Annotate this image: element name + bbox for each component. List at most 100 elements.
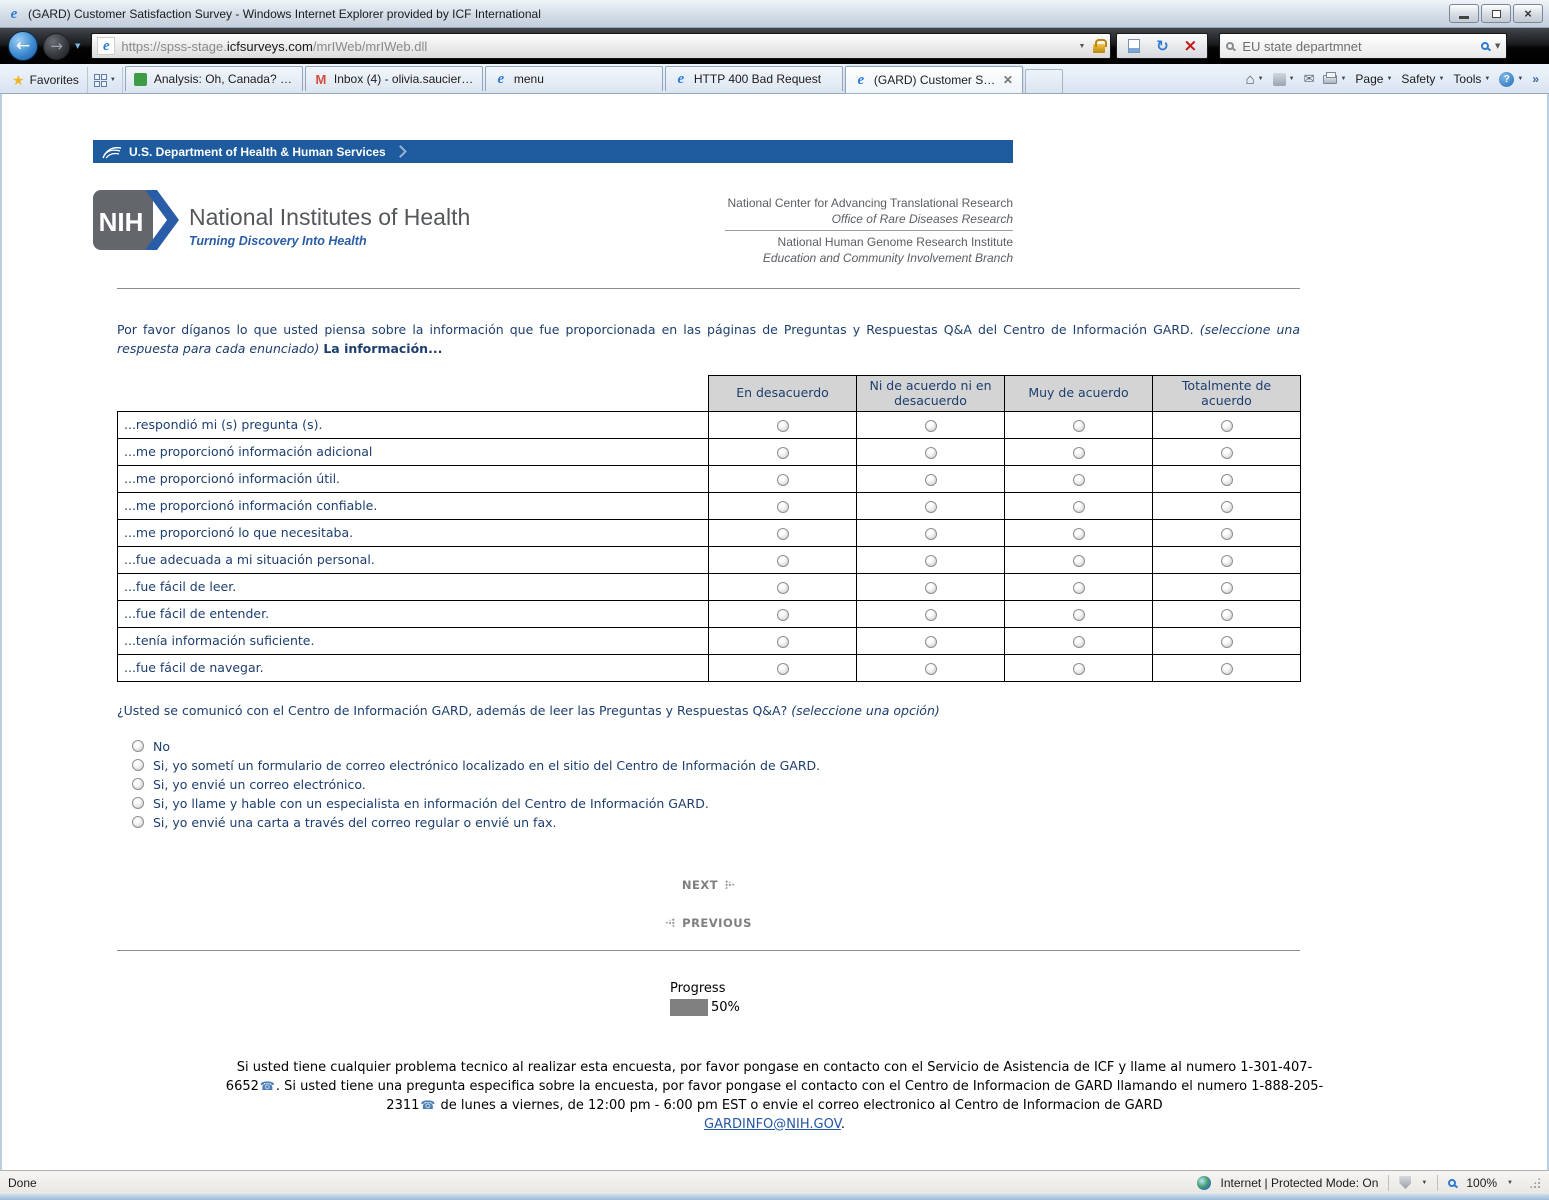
option-radio[interactable] — [132, 778, 144, 790]
zoom-level[interactable]: 100% — [1466, 1176, 1497, 1190]
globe-icon — [1196, 1175, 1211, 1190]
matrix-radio[interactable] — [776, 473, 789, 486]
option-radio[interactable] — [132, 816, 144, 828]
matrix-radio[interactable] — [924, 419, 937, 432]
matrix-radio[interactable] — [924, 635, 937, 648]
matrix-radio[interactable] — [776, 608, 789, 621]
option-radio[interactable] — [132, 797, 144, 809]
next-button[interactable]: NEXT — [117, 878, 1300, 892]
safety-menu[interactable]: Safety ▼ — [1401, 72, 1444, 86]
tab[interactable]: e (GARD) Customer Satis... ✕ — [844, 66, 1023, 93]
tab[interactable]: e HTTP 400 Bad Request — [664, 66, 843, 91]
quick-tabs-button[interactable]: ▼ — [86, 67, 123, 93]
resize-grip[interactable] — [1529, 1176, 1541, 1189]
print-button[interactable]: ▼ — [1323, 71, 1346, 84]
matrix-radio[interactable] — [1072, 473, 1085, 486]
tab-close-icon[interactable]: ✕ — [1001, 73, 1015, 87]
tab[interactable]: M Inbox (4) - olivia.saucier@... — [304, 66, 483, 91]
compatibility-view-button[interactable] — [1121, 36, 1147, 56]
matrix-radio[interactable] — [924, 581, 937, 594]
matrix-radio[interactable] — [924, 554, 937, 567]
home-button[interactable]: ⌂ ▼ — [1246, 71, 1264, 88]
search-go-icon[interactable] — [1481, 42, 1489, 50]
matrix-radio[interactable] — [1220, 662, 1233, 675]
matrix-radio[interactable] — [1220, 635, 1233, 648]
address-bar[interactable]: e https://spss-stage.icfsurveys.com/mrIW… — [91, 33, 1112, 59]
matrix-radio[interactable] — [776, 581, 789, 594]
tab[interactable]: e menu — [484, 66, 663, 91]
matrix-radio[interactable] — [1072, 554, 1085, 567]
matrix-radio[interactable] — [1220, 500, 1233, 513]
matrix-radio[interactable] — [1072, 662, 1085, 675]
matrix-row: ...me proporcionó información adicional — [117, 437, 1301, 466]
favorites-button[interactable]: ★ Favorites — [4, 67, 87, 93]
row-label: ...fue fácil de leer. — [117, 572, 709, 601]
matrix-radio[interactable] — [776, 446, 789, 459]
matrix-radio[interactable] — [1072, 635, 1085, 648]
nih-logo: NIH — [93, 190, 179, 250]
close-button[interactable]: × — [1513, 4, 1543, 23]
matrix-radio[interactable] — [776, 527, 789, 540]
phone-icon: ☎ — [259, 1078, 275, 1093]
tab-list-dropdown-icon[interactable]: ▼ — [110, 77, 116, 83]
matrix-radio[interactable] — [1220, 419, 1233, 432]
matrix-radio[interactable] — [1072, 446, 1085, 459]
matrix-radio[interactable] — [776, 500, 789, 513]
new-tab-button[interactable] — [1024, 69, 1063, 93]
zoom-icon — [1448, 1178, 1457, 1187]
matrix-radio[interactable] — [924, 446, 937, 459]
matrix-radio[interactable] — [1220, 608, 1233, 621]
minimize-button[interactable] — [1449, 4, 1479, 23]
read-mail-button[interactable]: ✉ — [1304, 71, 1315, 87]
phone-icon: ☎ — [420, 1097, 436, 1112]
org-affiliations: National Center for Advancing Translatio… — [725, 190, 1013, 266]
row-label: ...me proporcionó información adicional — [117, 437, 709, 466]
option-radio[interactable] — [132, 740, 144, 752]
matrix-radio[interactable] — [1220, 554, 1233, 567]
help-button[interactable]: ? ▼ — [1499, 71, 1523, 87]
overflow-chevron-icon[interactable]: » — [1532, 72, 1539, 86]
matrix-radio[interactable] — [1072, 527, 1085, 540]
command-bar: ⌂ ▼ ▼ ✉ ▼ Page ▼ Safety ▼ Tools ▼ ? ▼ » — [1246, 65, 1545, 93]
matrix-radio[interactable] — [1220, 446, 1233, 459]
matrix-radio[interactable] — [924, 500, 937, 513]
feeds-button[interactable]: ▼ — [1272, 72, 1295, 86]
matrix-radio[interactable] — [776, 419, 789, 432]
matrix-radio[interactable] — [924, 662, 937, 675]
matrix-radio[interactable] — [776, 635, 789, 648]
matrix-radio[interactable] — [924, 527, 937, 540]
forward-button[interactable]: → — [43, 32, 70, 60]
matrix-radio[interactable] — [1220, 473, 1233, 486]
matrix-radio[interactable] — [1220, 527, 1233, 540]
shield-icon[interactable] — [1399, 1176, 1412, 1189]
gmail-favicon-icon: M — [315, 71, 327, 87]
page-menu[interactable]: Page ▼ — [1355, 72, 1392, 86]
matrix-radio[interactable] — [776, 554, 789, 567]
history-dropdown-icon[interactable]: ▼ — [75, 42, 80, 50]
matrix-radio[interactable] — [1072, 419, 1085, 432]
matrix-radio[interactable] — [1072, 581, 1085, 594]
security-zone: Internet | Protected Mode: On — [1220, 1175, 1379, 1190]
address-dropdown-icon[interactable]: ▼ — [1078, 43, 1085, 50]
search-box[interactable]: ▼ — [1219, 33, 1508, 59]
restore-button[interactable] — [1481, 4, 1511, 23]
email-link[interactable]: GARDINFO@NIH.GOV — [704, 1117, 841, 1132]
matrix-radio[interactable] — [1220, 581, 1233, 594]
search-dropdown-icon[interactable]: ▼ — [1495, 42, 1500, 50]
previous-button[interactable]: PREVIOUS — [117, 916, 1300, 930]
matrix-radio[interactable] — [776, 662, 789, 675]
matrix-radio[interactable] — [924, 608, 937, 621]
tab-label: (GARD) Customer Satis... — [873, 73, 996, 87]
matrix-radio[interactable] — [1072, 500, 1085, 513]
option-radio[interactable] — [132, 759, 144, 771]
matrix-radio[interactable] — [924, 473, 937, 486]
stop-button[interactable]: × — [1177, 36, 1203, 56]
matrix-radio[interactable] — [1072, 608, 1085, 621]
green-site-favicon-icon — [133, 71, 149, 87]
tools-menu[interactable]: Tools ▼ — [1453, 72, 1490, 86]
matrix-row: ...respondió mi (s) pregunta (s). — [117, 410, 1301, 439]
tab[interactable]: Analysis: Oh, Canada? Wh... — [124, 66, 303, 91]
search-input[interactable] — [1240, 37, 1475, 55]
refresh-button[interactable]: ↻ — [1149, 36, 1175, 56]
back-button[interactable]: ← — [8, 31, 38, 61]
